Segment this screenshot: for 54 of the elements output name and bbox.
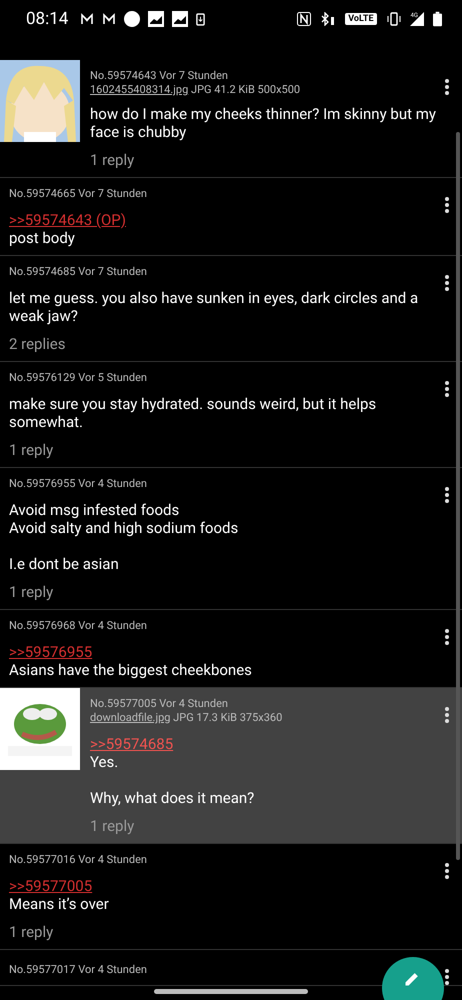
post-text: Means it’s over [9,895,110,913]
post-text: I.e dont be asian [9,555,120,573]
post-text: post body [9,229,76,247]
chart-icon [148,11,164,27]
post-meta: No.59577016 Vor 4 Stunden [9,853,148,867]
file-info: JPG 41.2 KiB 500x500 [190,83,300,96]
post-text: make sure you stay hydrated. sounds weird, but it helps somewhat. [9,395,378,431]
phone-download-icon [196,12,206,26]
quote-link[interactable]: >>59576955 [9,643,92,661]
more-icon [445,197,449,213]
post-text: Asians have the biggest cheekbones [9,661,253,679]
post-meta: No.59576955 Vor 4 Stunden [9,477,148,491]
more-icon [445,381,449,397]
post-text: Avoid msg infested foods Avoid salty and high sodium foods [9,501,240,537]
vibrate-icon [386,11,402,27]
more-icon [445,487,449,503]
more-icon [445,629,449,645]
file-link[interactable]: 1602455408314.jpg [90,83,188,96]
post-text: how do I make my cheeks thinner? Im skinny but my face is chubby [90,105,437,141]
chart-icon [172,11,188,27]
post-meta: No.59574643 Vor 7 Stunden [90,69,229,83]
volte-badge: VoLTE [345,13,377,25]
post-text: Yes. [90,753,120,771]
clock-time: 08:14 [26,9,68,29]
post-meta: No.59577005 Vor 4 Stunden [90,697,229,711]
circle-icon [124,11,140,27]
more-icon [445,707,449,723]
file-link[interactable]: downloadfile.jpg [90,711,170,724]
post-meta: No.59574685 Vor 7 Stunden [9,265,148,279]
replies-link[interactable]: 1 reply [90,817,439,835]
post-text: Why, what does it mean? [90,789,256,807]
replies-link[interactable]: 1 reply [9,583,439,601]
quote-link[interactable]: >>59574643 (OP) [9,211,126,229]
replies-link[interactable]: 1 reply [9,923,439,941]
mail-icon [102,12,116,26]
post-meta: No.59576968 Vor 4 Stunden [9,619,148,633]
bluetooth-icon [320,12,336,26]
post-text: let me guess. you also have sunken in eyes, dark circles and a weak jaw? [9,289,420,325]
more-icon [445,969,449,985]
replies-link[interactable]: 1 reply [90,151,439,169]
signal-icon [410,12,424,26]
more-icon [445,275,449,291]
post-meta: No.59574665 Vor 7 Stunden [9,187,148,201]
replies-link[interactable]: 1 reply [9,441,439,459]
more-icon [445,863,449,879]
post-meta: No.59577017 Vor 4 Stunden [9,963,148,977]
mail-icon [80,12,94,26]
battery-icon [433,11,442,27]
file-info: JPG 17.3 KiB 375x360 [172,711,282,724]
more-icon [445,79,449,95]
quote-link[interactable]: >>59577005 [9,877,92,895]
post-meta: No.59576129 Vor 5 Stunden [9,371,148,385]
replies-link[interactable]: 2 replies [9,335,439,353]
nfc-icon [297,12,312,26]
